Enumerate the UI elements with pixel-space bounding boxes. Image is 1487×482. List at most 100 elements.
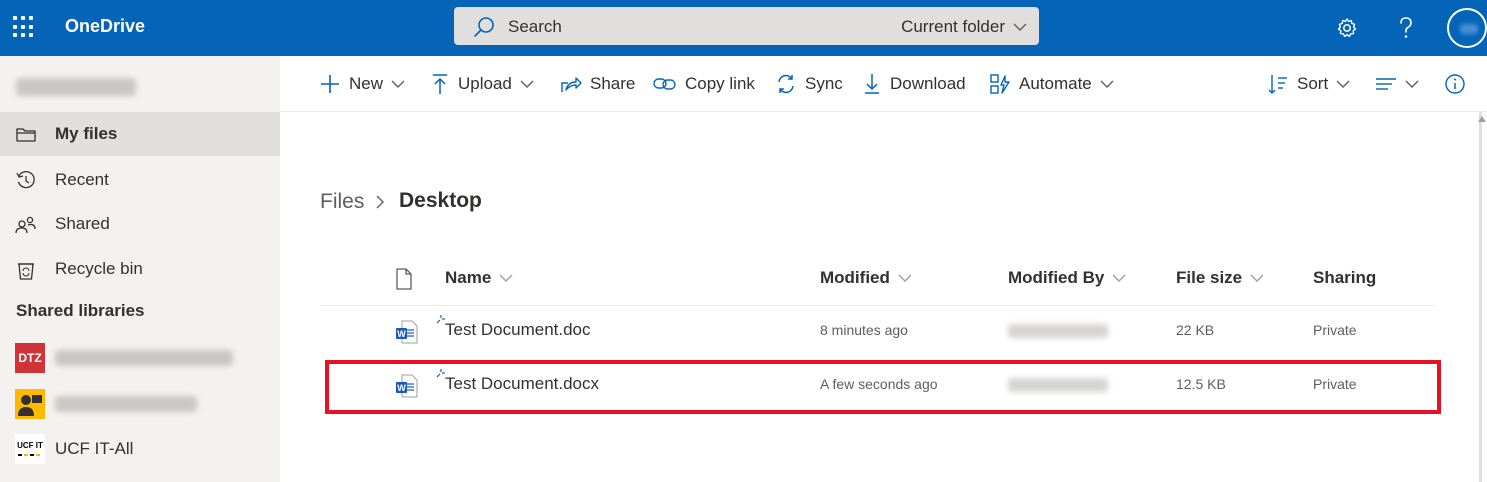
library-dtz-text: DTZ [18,351,41,365]
file-modified: A few seconds ago [820,376,938,392]
chevron-down-icon [1112,274,1126,282]
share-button[interactable]: Share [560,72,635,96]
table-row[interactable]: W Test Document.doc 8 minutes ago 22 KB … [320,307,1436,357]
search-input[interactable]: Search [508,17,562,37]
library-dtz-icon: DTZ [15,343,45,373]
chevron-down-icon [1100,80,1114,88]
avatar[interactable] [1447,8,1487,48]
file-name[interactable]: Test Document.docx [445,374,599,394]
copy-link-label: Copy link [685,74,755,93]
sort-icon [1268,75,1287,94]
file-size: 12.5 KB [1176,376,1226,392]
scroll-up-arrow-icon[interactable] [1478,116,1486,122]
command-bar: New Upload Share Copy link Sync Download… [280,56,1487,112]
shared-libraries-heading: Shared libraries [16,301,145,320]
new-button[interactable]: New [319,72,405,96]
sidebar-item-ucf-it-all[interactable]: UCF IT UCF IT-All [0,427,280,471]
column-sharing-label: Sharing [1313,268,1377,287]
column-header-sharing[interactable]: Sharing [1313,268,1376,288]
file-modified: 8 minutes ago [820,322,908,338]
file-sharing[interactable]: Private [1313,322,1357,338]
top-bar: OneDrive Search Current folder [0,0,1487,56]
library-support-icon [15,389,45,419]
automate-button[interactable]: Automate [989,72,1114,96]
library-ucf-icon: UCF IT [15,434,45,464]
file-type-column-header[interactable] [395,268,413,290]
automate-label: Automate [1019,74,1092,93]
chevron-down-icon [1250,274,1264,282]
word-document-icon: W [396,374,418,398]
chevron-down-icon [898,274,912,282]
copy-link-button[interactable]: Copy link [653,72,755,96]
file-sharing[interactable]: Private [1313,376,1357,392]
app-launcher-icon[interactable] [11,14,37,40]
user-name [16,78,136,96]
sidebar-item-library[interactable]: DTZ [0,336,280,380]
share-label: Share [590,74,636,93]
svg-text:W: W [397,329,406,339]
new-label: New [349,74,384,93]
breadcrumb-files[interactable]: Files [320,190,364,214]
upload-button[interactable]: Upload [430,72,534,96]
sidebar-item-my-files[interactable]: My files [0,112,280,156]
search-scope-label: Current folder [901,17,1005,36]
sidebar-item-label: Shared [55,214,110,233]
column-modified-by-label: Modified By [1008,268,1105,287]
view-options-button[interactable] [1375,72,1419,96]
download-button[interactable]: Download [862,72,966,96]
upload-label: Upload [458,74,512,93]
sidebar-item-label: Recycle bin [55,259,143,278]
search-box[interactable]: Search Current folder [454,7,1039,45]
sync-label: Sync [805,74,843,93]
breadcrumb-current: Desktop [399,189,482,212]
column-name-label: Name [445,268,492,287]
link-icon [653,78,676,90]
file-modified-by [1008,378,1108,392]
app-brand[interactable]: OneDrive [65,16,145,37]
column-header-file-size[interactable]: File size [1176,268,1264,288]
folder-icon [16,128,36,142]
sidebar-item-recent[interactable]: Recent [0,158,280,202]
sync-button[interactable]: Sync [775,72,843,96]
sync-icon [778,74,794,94]
file-name[interactable]: Test Document.doc [445,320,591,340]
column-header-modified-by[interactable]: Modified By [1008,268,1126,288]
settings-icon[interactable] [1331,12,1363,44]
info-icon [1445,74,1465,94]
chevron-down-icon [1013,23,1027,31]
sidebar-item-label: UCF IT-All [55,439,134,458]
download-label: Download [890,74,966,93]
automate-icon [990,74,1010,94]
column-file-size-label: File size [1176,268,1243,287]
svg-text:W: W [397,383,406,393]
view-list-icon [1376,78,1396,90]
upload-icon [433,74,447,94]
details-pane-button[interactable] [1444,72,1466,96]
history-icon [16,170,35,189]
library-name [55,350,233,366]
chevron-down-icon [1405,80,1419,88]
chevron-down-icon [391,80,405,88]
sidebar-item-label: Recent [55,170,109,189]
column-header-modified[interactable]: Modified [820,268,912,288]
chevron-right-icon [376,195,384,209]
table-row[interactable]: W Test Document.docx A few seconds ago 1… [320,361,1436,411]
vertical-scrollbar[interactable] [1475,112,1487,482]
help-icon[interactable] [1390,12,1422,44]
sidebar-item-shared[interactable]: Shared [0,202,280,246]
share-icon [561,77,582,92]
people-icon [15,216,36,234]
word-document-icon: W [396,320,418,344]
column-modified-label: Modified [820,268,890,287]
file-type-icon [396,268,412,290]
chevron-down-icon [1336,80,1350,88]
library-ucf-text: UCF IT [17,441,43,450]
sidebar-item-library[interactable] [0,382,280,426]
column-header-name[interactable]: Name [445,268,513,288]
sort-button[interactable]: Sort [1267,72,1350,96]
search-scope-dropdown[interactable]: Current folder [901,17,1027,37]
file-size: 22 KB [1176,322,1215,338]
sidebar-item-recycle-bin[interactable]: Recycle bin [0,247,280,291]
chevron-down-icon [520,80,534,88]
chevron-down-icon [499,274,513,282]
